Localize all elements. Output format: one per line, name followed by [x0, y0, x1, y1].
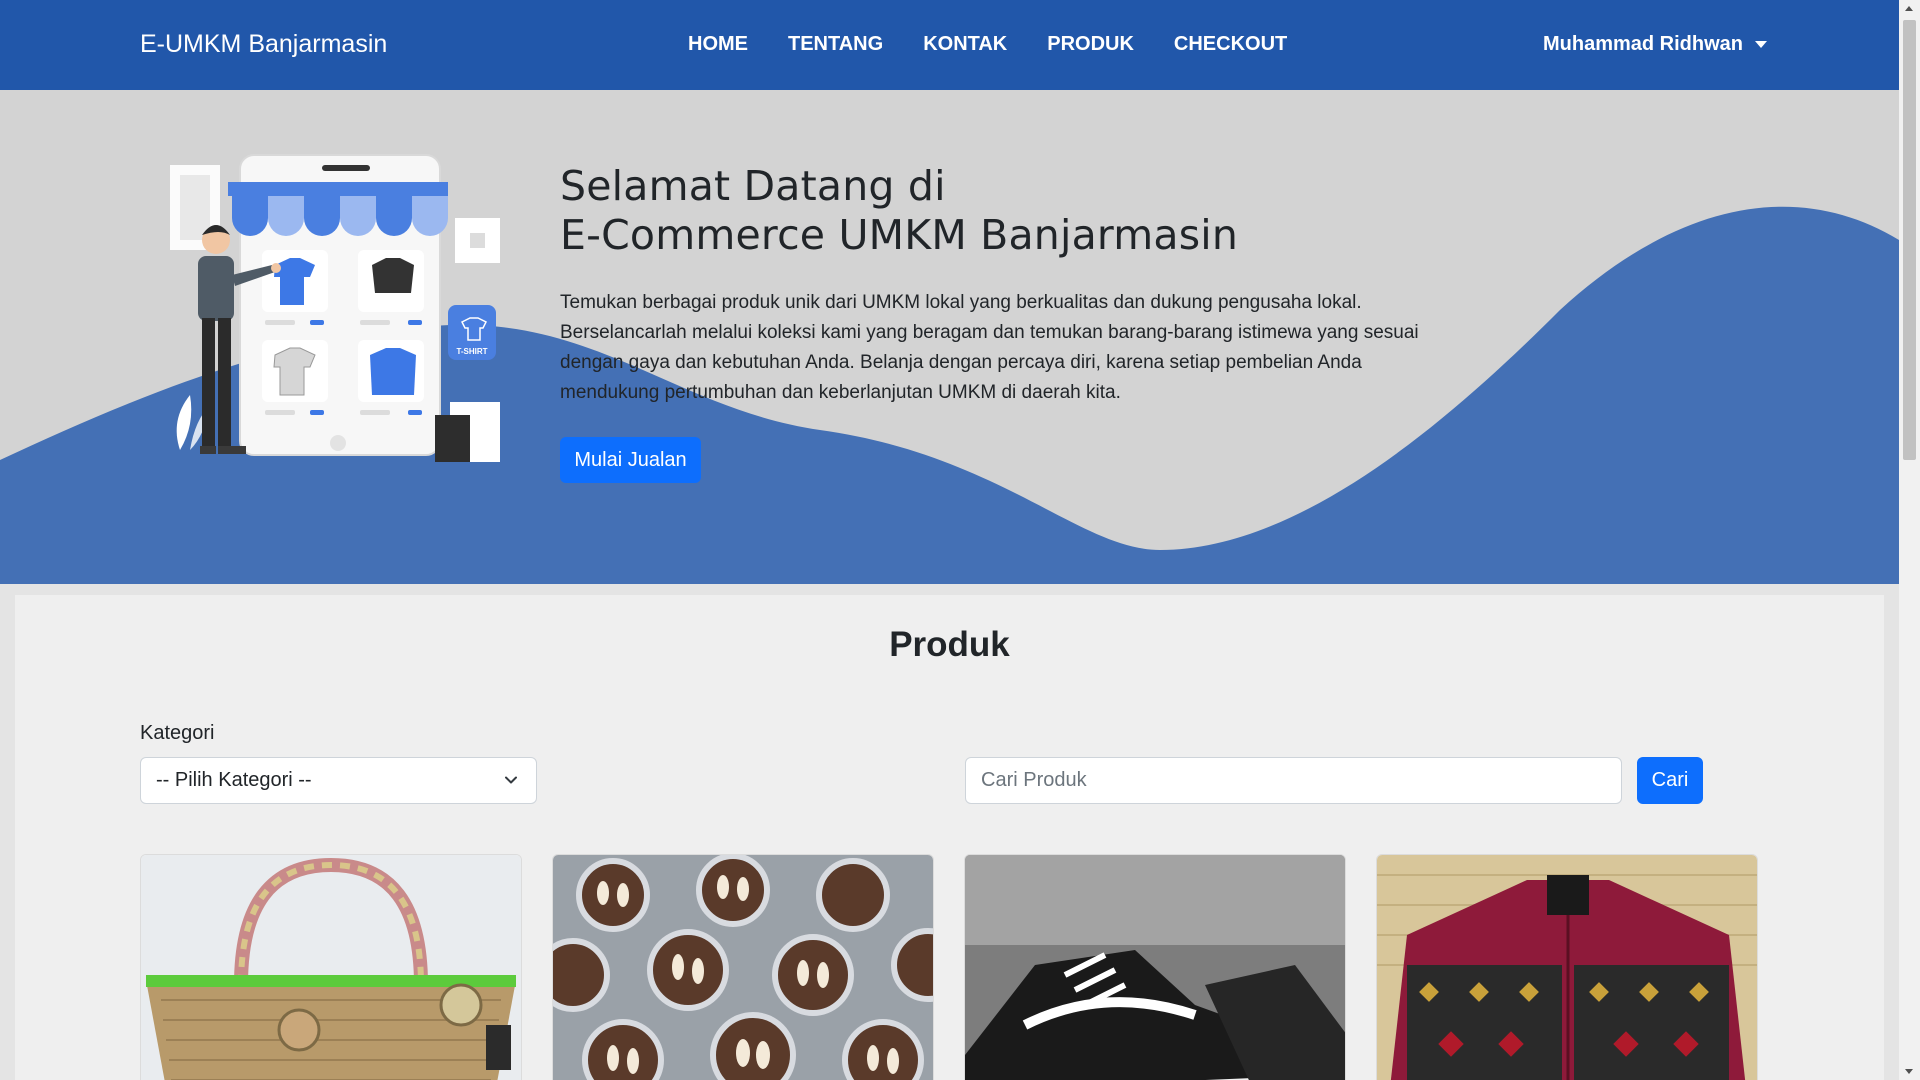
- scroll-thumb[interactable]: [1903, 20, 1916, 460]
- nav-home[interactable]: HOME: [688, 33, 748, 56]
- category-select[interactable]: -- Pilih Kategori --: [140, 757, 537, 804]
- user-dropdown[interactable]: Muhammad Ridhwan: [1543, 33, 1768, 56]
- caret-down-icon: [1755, 41, 1768, 48]
- hero-title-line2: E-Commerce UMKM Banjarmasin: [560, 211, 1239, 259]
- hero-description: Temukan berbagai produk unik dari UMKM l…: [560, 292, 1419, 403]
- search-input[interactable]: [965, 757, 1622, 804]
- tshirt-tag-label: T-SHIRT: [456, 347, 487, 356]
- chevron-down-icon: [505, 776, 517, 784]
- nav-produk[interactable]: PRODUK: [1047, 33, 1134, 56]
- nav-links: HOME TENTANG KONTAK PRODUK CHECKOUT: [688, 33, 1327, 56]
- category-selected-value: -- Pilih Kategori --: [156, 769, 312, 791]
- product-card-1[interactable]: [140, 854, 522, 1080]
- nav-checkout[interactable]: CHECKOUT: [1174, 33, 1287, 56]
- hero-title-line1: Selamat Datang di: [560, 162, 946, 210]
- category-label: Kategori: [140, 722, 215, 744]
- search-button[interactable]: Cari: [1637, 757, 1703, 804]
- scroll-down-icon[interactable]: [1905, 1069, 1913, 1074]
- navbar: E-UMKM Banjarmasin HOME TENTANG KONTAK P…: [0, 0, 1899, 90]
- nav-kontak[interactable]: KONTAK: [923, 33, 1007, 56]
- brand-logo[interactable]: E-UMKM Banjarmasin: [140, 30, 387, 59]
- scrollbar[interactable]: [1899, 0, 1920, 1080]
- chocolate-cupcakes-image: [553, 855, 933, 1080]
- hero-title: Selamat Datang di E-Commerce UMKM Banjar…: [560, 162, 1238, 260]
- sneakers-image: [965, 855, 1345, 1080]
- product-card-4[interactable]: [1376, 854, 1758, 1080]
- product-card-3[interactable]: [964, 854, 1346, 1080]
- user-name: Muhammad Ridhwan: [1543, 33, 1744, 55]
- batik-shirt-image: [1377, 855, 1757, 1080]
- product-card-2[interactable]: [552, 854, 934, 1080]
- nav-tentang[interactable]: TENTANG: [788, 33, 883, 56]
- hero-section: T-SHIRT Selamat Datang di E-Commerce UMK…: [0, 90, 1899, 584]
- section-title: Produk: [889, 625, 1010, 664]
- product-section: Produk Kategori -- Pilih Kategori -- Car…: [15, 595, 1884, 1080]
- scroll-up-icon[interactable]: [1905, 6, 1913, 11]
- start-selling-button[interactable]: Mulai Jualan: [560, 437, 701, 483]
- woven-basket-image: [141, 855, 521, 1080]
- shopping-illustration: T-SHIRT: [170, 154, 500, 462]
